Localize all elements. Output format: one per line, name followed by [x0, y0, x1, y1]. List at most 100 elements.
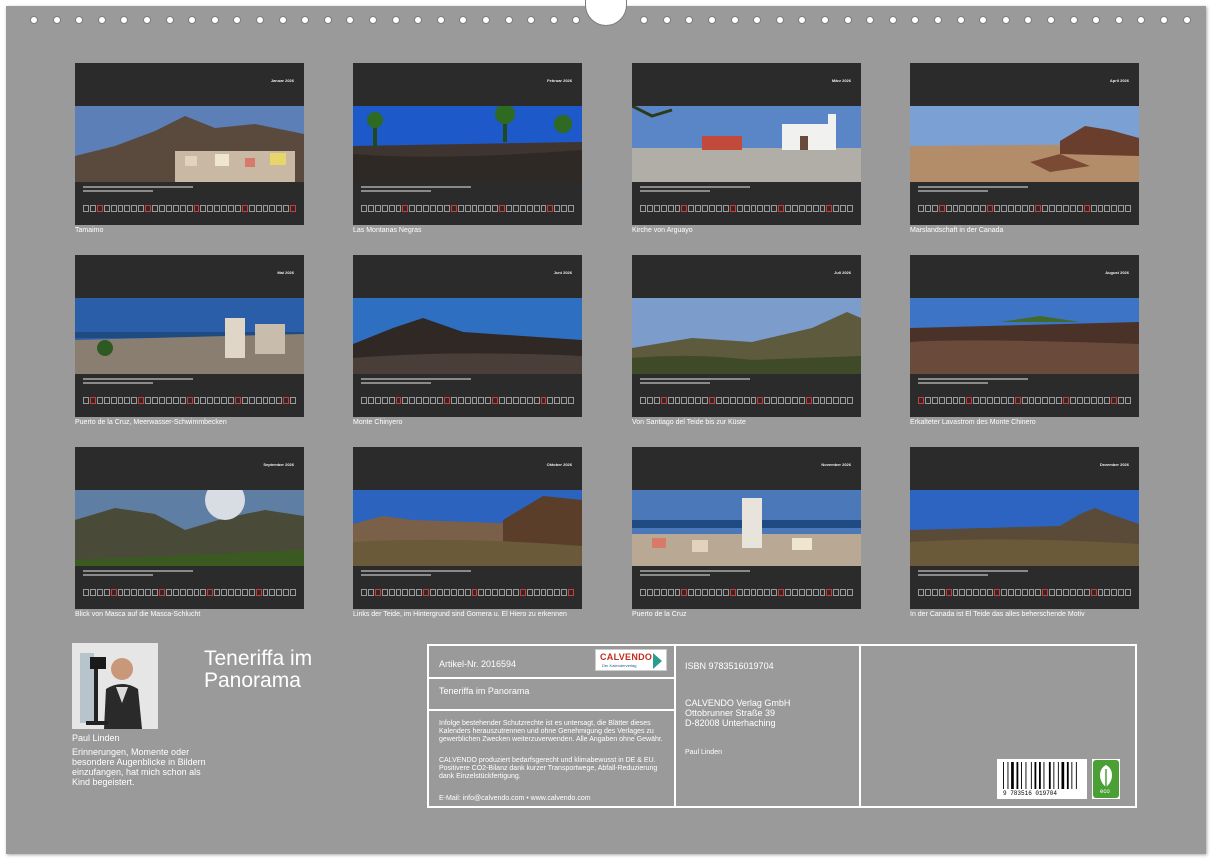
day-cell	[395, 205, 402, 212]
photo-caption-line	[361, 382, 431, 384]
day-cell	[221, 397, 228, 404]
photo-caption-line	[83, 570, 193, 572]
day-cell	[1021, 589, 1028, 596]
day-cell	[1014, 589, 1021, 596]
day-cell	[931, 397, 938, 404]
day-cell	[290, 397, 297, 404]
day-cell	[924, 397, 931, 404]
day-cell	[778, 589, 785, 596]
day-cell	[165, 589, 172, 596]
binding-hole	[188, 16, 197, 24]
day-cell	[367, 205, 374, 212]
binding-hole	[527, 16, 536, 24]
day-cell	[736, 397, 743, 404]
day-cell	[1069, 589, 1076, 596]
day-cell	[179, 589, 186, 596]
day-cell	[924, 205, 931, 212]
day-cell	[959, 397, 966, 404]
day-cell	[165, 397, 172, 404]
binding-hole	[1114, 16, 1123, 24]
day-cell	[1111, 205, 1118, 212]
day-cell	[540, 589, 547, 596]
day-strip	[918, 589, 1132, 596]
day-cell	[722, 589, 729, 596]
day-cell	[568, 397, 575, 404]
day-cell	[283, 589, 290, 596]
day-cell	[980, 397, 987, 404]
day-cell	[186, 589, 193, 596]
publisher-name: CALVENDO Verlag GmbH	[685, 698, 791, 708]
month-photo	[353, 298, 582, 374]
binding-hole	[775, 16, 784, 24]
day-cell	[388, 589, 395, 596]
day-cell	[138, 397, 145, 404]
day-cell	[561, 589, 568, 596]
day-cell	[819, 397, 826, 404]
calendar-back-sheet: Januar 2026 Tamaimo Februar 2026 Las Montan…	[6, 0, 1206, 854]
binding-hole	[97, 16, 106, 24]
day-cell	[248, 205, 255, 212]
day-cell	[646, 589, 653, 596]
day-cell	[1021, 205, 1028, 212]
month-photo	[75, 106, 304, 182]
day-cell	[554, 397, 561, 404]
barcode-bar	[1007, 762, 1009, 789]
day-cell	[395, 397, 402, 404]
day-cell	[402, 589, 409, 596]
photo-caption-line	[83, 382, 153, 384]
barcode-bar	[1053, 762, 1055, 789]
day-cell	[172, 205, 179, 212]
day-cell	[165, 205, 172, 212]
binding-hole	[143, 16, 151, 24]
day-cell	[833, 589, 840, 596]
barcode-bar	[1003, 762, 1004, 789]
barcode-bar	[1011, 762, 1014, 789]
day-cell	[1063, 205, 1069, 212]
day-cell	[640, 205, 646, 212]
day-cell	[158, 397, 165, 404]
day-cell	[207, 205, 214, 212]
month-page: Juni 2026	[353, 255, 582, 417]
day-cell	[200, 205, 207, 212]
day-cell	[381, 589, 388, 596]
day-cell	[152, 205, 158, 212]
day-strip	[640, 589, 854, 596]
photo-label: Tamaimo	[75, 227, 104, 234]
day-cell	[228, 205, 234, 212]
binding-hole	[956, 16, 965, 24]
day-cell	[492, 589, 499, 596]
isbn: ISBN 9783516019704	[685, 661, 774, 671]
day-cell	[409, 205, 416, 212]
day-cell	[117, 397, 124, 404]
binding-hole	[549, 16, 558, 24]
day-cell	[186, 205, 193, 212]
day-cell	[771, 397, 778, 404]
contact-info: E-Mail: info@calvendo.com • www.calvendo…	[439, 795, 591, 802]
day-cell	[715, 589, 722, 596]
day-cell	[1028, 589, 1035, 596]
day-cell	[228, 589, 234, 596]
divider	[429, 677, 674, 679]
barcode-bar	[1030, 762, 1032, 789]
photo-caption-line	[83, 190, 153, 192]
day-cell	[980, 589, 987, 596]
copyright-notice: Infolge bestehender Schutzrechte ist es …	[439, 720, 663, 743]
binding-hole	[1160, 16, 1168, 24]
day-cell	[785, 589, 791, 596]
day-cell	[478, 589, 485, 596]
photo-caption-line	[83, 574, 153, 576]
day-cell	[959, 205, 966, 212]
day-cell	[499, 589, 506, 596]
day-cell	[1097, 589, 1104, 596]
day-cell	[96, 589, 103, 596]
day-cell	[722, 397, 729, 404]
day-cell	[145, 397, 152, 404]
day-cell	[778, 397, 785, 404]
binding-hole	[436, 16, 445, 24]
day-cell	[423, 397, 430, 404]
day-cell	[1090, 589, 1097, 596]
day-cell	[124, 589, 131, 596]
day-cell	[207, 589, 214, 596]
binding-hole	[730, 16, 739, 24]
day-cell	[798, 205, 805, 212]
